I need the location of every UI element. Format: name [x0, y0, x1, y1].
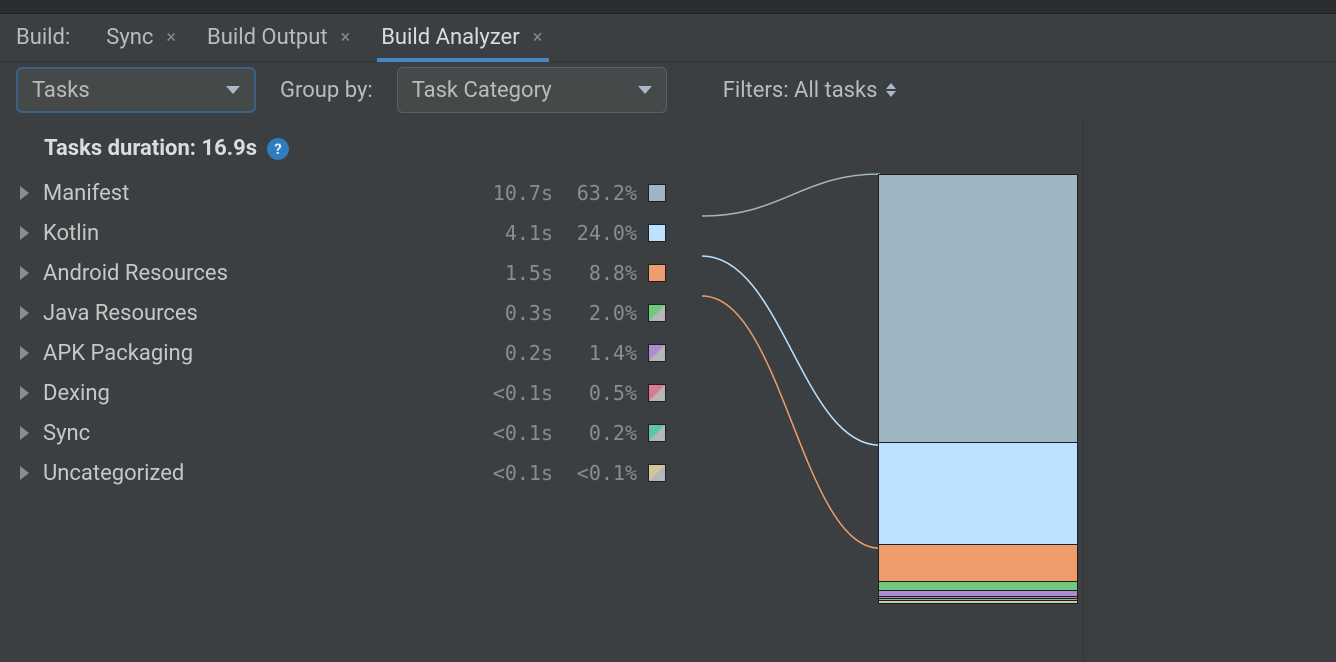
chevron-right-icon [20, 306, 29, 320]
chevron-down-icon [226, 86, 240, 94]
top-edge-bar [0, 0, 1336, 14]
color-swatch [648, 264, 666, 282]
chevron-right-icon [20, 346, 29, 360]
color-swatch [648, 224, 666, 242]
view-dropdown[interactable]: Tasks [16, 67, 256, 113]
task-percent: <0.1% [557, 461, 637, 485]
task-label: Java Resources [43, 301, 473, 326]
tab-label: Sync [106, 25, 153, 50]
task-percent: 24.0% [557, 221, 637, 245]
tab-label: Build Output [207, 25, 328, 50]
tool-window-tabs: Build: Sync × Build Output × Build Analy… [0, 14, 1336, 62]
task-time: 1.5s [473, 261, 553, 285]
build-label: Build: [16, 25, 70, 50]
task-time: <0.1s [473, 461, 553, 485]
tab-build-output[interactable]: Build Output × [207, 14, 353, 61]
task-label: APK Packaging [43, 341, 473, 366]
filters-control[interactable]: Filters: All tasks [723, 78, 896, 103]
body: Tasks duration: 16.9s ? Manifest10.7s63.… [0, 118, 1336, 662]
chart-segment[interactable] [879, 175, 1077, 443]
connector-line [702, 174, 880, 216]
task-label: Sync [43, 421, 473, 446]
task-time: 0.3s [473, 301, 553, 325]
task-percent: 63.2% [557, 181, 637, 205]
task-percent: 0.2% [557, 421, 637, 445]
duration-summary: Tasks duration: 16.9s ? [0, 136, 1083, 161]
task-time: 10.7s [473, 181, 553, 205]
groupby-label: Group by: [280, 78, 373, 103]
chevron-right-icon [20, 386, 29, 400]
tab-sync[interactable]: Sync × [106, 14, 179, 61]
chart-segment[interactable] [879, 582, 1077, 591]
task-label: Kotlin [43, 221, 473, 246]
tab-build-analyzer[interactable]: Build Analyzer × [381, 14, 545, 61]
task-time: <0.1s [473, 421, 553, 445]
sort-icon [886, 83, 896, 97]
chevron-right-icon [20, 426, 29, 440]
task-percent: 8.8% [557, 261, 637, 285]
task-time: 4.1s [473, 221, 553, 245]
filters-label: Filters: All tasks [723, 78, 878, 103]
task-percent: 1.4% [557, 341, 637, 365]
controls-bar: Tasks Group by: Task Category Filters: A… [0, 62, 1336, 118]
dropdown-value: Task Category [412, 78, 552, 103]
tab-label: Build Analyzer [381, 25, 520, 50]
color-swatch [648, 424, 666, 442]
task-percent: 2.0% [557, 301, 637, 325]
task-label: Android Resources [43, 261, 473, 286]
stacked-bar-chart [878, 174, 1078, 604]
color-swatch [648, 344, 666, 362]
connector-lines [702, 174, 880, 604]
task-time: <0.1s [473, 381, 553, 405]
chart-segment[interactable] [879, 545, 1077, 582]
color-swatch [648, 304, 666, 322]
task-label: Uncategorized [43, 461, 473, 486]
close-icon[interactable]: × [530, 27, 546, 48]
connector-line [702, 256, 880, 445]
chevron-right-icon [20, 186, 29, 200]
dropdown-value: Tasks [32, 78, 90, 103]
chevron-right-icon [20, 226, 29, 240]
task-time: 0.2s [473, 341, 553, 365]
help-icon[interactable]: ? [267, 138, 289, 160]
groupby-dropdown[interactable]: Task Category [397, 67, 667, 113]
color-swatch [648, 184, 666, 202]
chart-segment[interactable] [879, 601, 1077, 603]
duration-title: Tasks duration: 16.9s [44, 136, 257, 161]
color-swatch [648, 464, 666, 482]
root: Build: Sync × Build Output × Build Analy… [0, 0, 1336, 662]
task-label: Manifest [43, 181, 473, 206]
close-icon[interactable]: × [163, 27, 179, 48]
chart-segment[interactable] [879, 443, 1077, 545]
chevron-down-icon [638, 86, 652, 94]
color-swatch [648, 384, 666, 402]
connector-line [702, 296, 880, 548]
task-label: Dexing [43, 381, 473, 406]
chevron-right-icon [20, 466, 29, 480]
close-icon[interactable]: × [338, 27, 354, 48]
chevron-right-icon [20, 266, 29, 280]
task-percent: 0.5% [557, 381, 637, 405]
